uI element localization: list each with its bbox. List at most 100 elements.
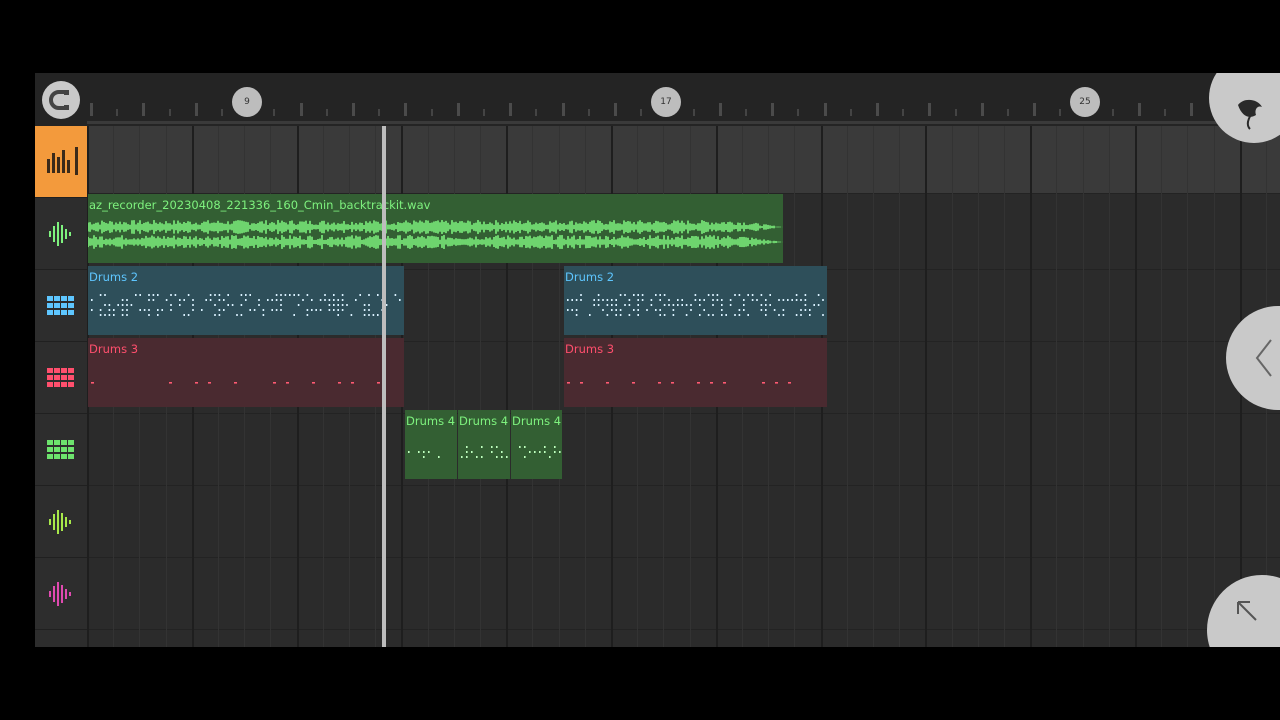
note [501,451,503,453]
note [769,304,771,306]
note [195,382,198,384]
audio-clip[interactable]: az_recorder_20230408_221336_160_Cmin_bac… [88,194,783,263]
note [341,309,344,311]
note [743,309,745,311]
ruler-tick [797,109,800,116]
ruler-tick [221,109,223,116]
note [157,294,159,296]
note [341,304,344,306]
note [554,446,556,448]
note [597,294,600,296]
note [218,299,221,301]
pattern-clip-drums-4[interactable]: Drums 4 [511,410,562,479]
note [619,294,622,296]
track-header-drums-4[interactable] [35,414,87,486]
pattern-clip-drums-2[interactable]: Drums 2 [564,266,827,335]
ruler-tick [718,103,722,116]
ruler-tick [640,109,643,116]
pattern-clip-drums-4[interactable]: Drums 4 [458,410,510,479]
note [286,382,289,384]
ruler-tick [509,103,513,116]
note [822,314,824,316]
ruler-tick [1190,103,1194,116]
ruler-tick [1033,103,1037,116]
snap-magnet-button[interactable] [42,81,80,119]
note [148,299,150,301]
note [355,299,357,301]
note [788,382,791,384]
playhead[interactable] [382,126,386,647]
note [721,309,723,311]
timeline-ruler[interactable]: 9 17 25 [35,73,1280,126]
note [575,314,578,316]
track-header-drums-3[interactable] [35,342,87,414]
note [333,304,335,306]
bar-marker-9[interactable]: 9 [232,87,262,117]
note [524,446,526,448]
note [659,309,661,311]
grid-line [899,126,901,647]
note [624,304,626,306]
bar-marker-25[interactable]: 25 [1070,87,1100,117]
grid-line [1161,126,1163,647]
note [306,294,309,296]
note [306,309,309,311]
playlist-window: 9 17 25 az_recorder_20230408_221336_160_… [35,73,1280,647]
note [721,314,723,316]
note [423,451,425,453]
ruler-tick [1059,109,1062,116]
note [104,304,106,306]
note [663,294,666,296]
note [765,304,767,306]
ruler-tick [90,103,93,116]
chevron-left-icon [1255,339,1272,377]
note [593,299,595,301]
note [201,309,203,311]
note [187,294,190,296]
note [174,294,177,296]
note [782,309,785,311]
note [368,294,370,296]
note [817,294,820,296]
note [637,304,639,306]
note [778,299,780,301]
ruler-tick [430,109,433,116]
note [126,309,128,311]
note [606,314,609,316]
note [223,299,225,301]
track-header-audio-3[interactable] [35,558,87,630]
note [672,309,675,311]
note [311,309,313,311]
note [650,304,653,306]
pattern-clip-drums-4[interactable]: Drums 4 [405,410,457,479]
note [170,294,172,296]
track-header-audio-2[interactable] [35,486,87,558]
track-header-partial[interactable] [35,630,87,647]
note [813,304,815,306]
note [324,299,326,301]
grid-line [1108,126,1110,647]
arrow-up-left-icon [1237,601,1257,621]
note [208,382,211,384]
pattern-clip-drums-2[interactable]: Drums 2 [88,266,404,335]
pattern-clip-drums-3[interactable]: Drums 3 [564,338,827,407]
pattern-clip-drums-3[interactable]: Drums 3 [88,338,404,407]
note [135,294,137,296]
bar-marker-17[interactable]: 17 [651,87,681,117]
track-header-mixer[interactable] [35,126,87,198]
note [209,299,212,301]
note [524,456,526,458]
note [108,304,111,306]
note [328,304,331,306]
note [148,309,150,311]
track-header-audio-1[interactable] [35,198,87,270]
track-header-drums-2[interactable] [35,270,87,342]
note [580,294,582,296]
note [637,309,639,311]
grid-line [1004,126,1005,647]
note [466,451,468,453]
note [723,382,726,384]
note [663,314,666,316]
note [284,294,287,296]
note [804,299,807,301]
